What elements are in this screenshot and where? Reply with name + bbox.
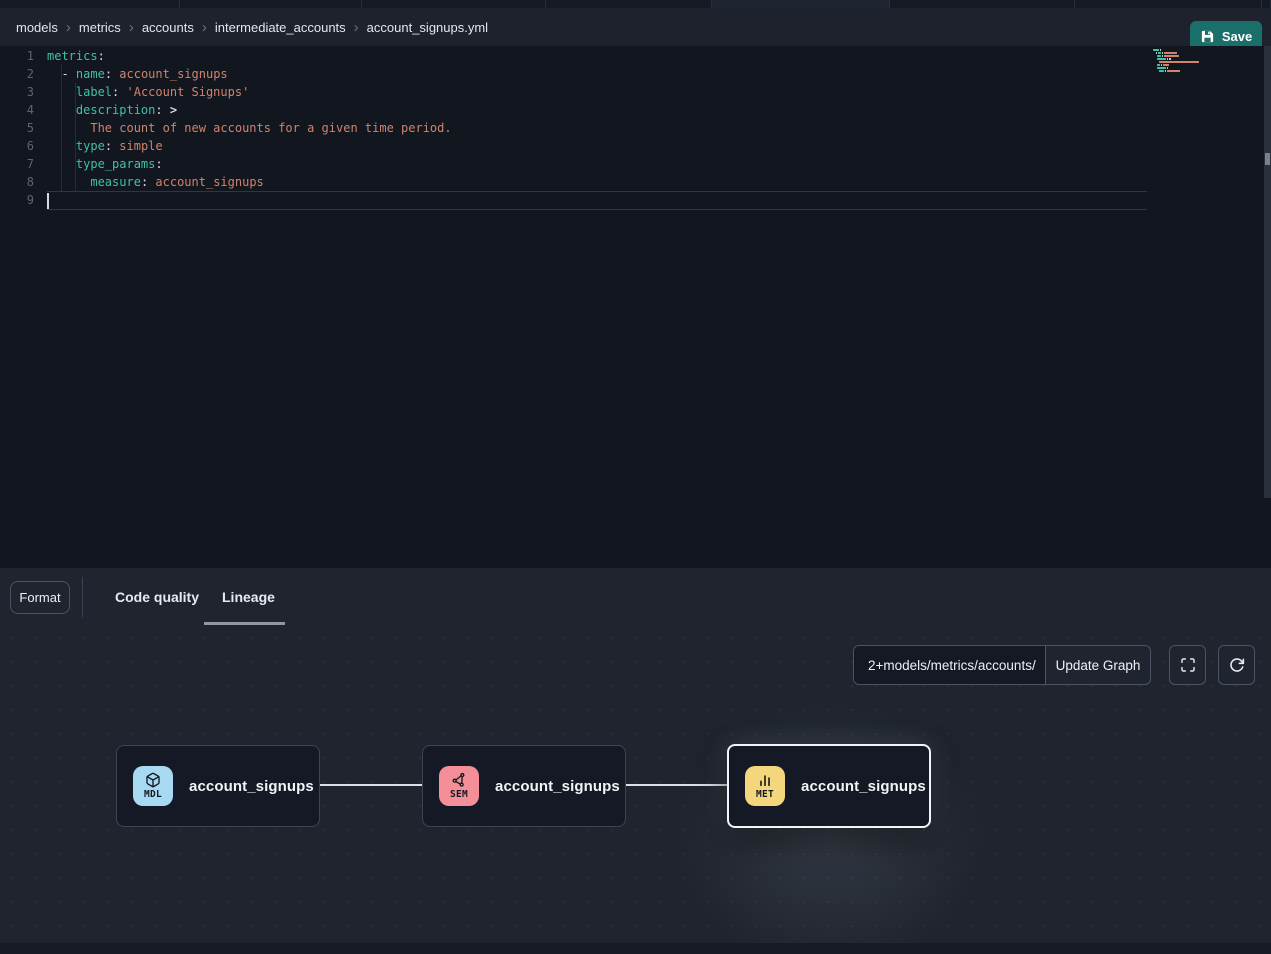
active-tab-underline — [204, 622, 285, 625]
lineage-edge — [320, 784, 422, 786]
bottom-panel-header: Format Code quality Lineage — [0, 568, 1271, 626]
node-label: account_signups — [495, 778, 620, 795]
bottom-panel: Format Code quality Lineage 2+models/met… — [0, 568, 1271, 954]
semantic-badge: SEM — [439, 766, 479, 806]
lineage-toolbar: 2+models/metrics/accounts/ Update Graph — [853, 645, 1255, 685]
top-tab[interactable] — [362, 0, 546, 8]
badge-label: MET — [756, 789, 774, 800]
top-tab-strip — [0, 0, 1271, 8]
semantic-graph-icon — [451, 772, 467, 788]
top-tab[interactable] — [180, 0, 362, 8]
chevron-right-icon: › — [354, 20, 359, 35]
tab-lineage[interactable]: Lineage — [222, 568, 275, 626]
lineage-edge — [625, 784, 727, 786]
scrollbar-thumb[interactable] — [1265, 153, 1270, 165]
selector-group: 2+models/metrics/accounts/ Update Graph — [853, 645, 1151, 685]
node-label: account_signups — [189, 778, 314, 795]
ide-window: models › metrics › accounts › intermedia… — [0, 0, 1271, 954]
top-tab-active[interactable] — [712, 0, 890, 8]
chevron-right-icon: › — [66, 20, 71, 35]
floppy-disk-icon — [1200, 29, 1215, 44]
breadcrumb-item-file[interactable]: account_signups.yml — [367, 20, 488, 35]
badge-label: SEM — [450, 789, 468, 800]
editor-scrollbar[interactable] — [1264, 46, 1271, 498]
bar-chart-icon — [757, 772, 773, 788]
lineage-node-semantic-model[interactable]: SEM account_signups — [422, 745, 626, 827]
top-tab[interactable] — [890, 0, 1075, 8]
minimap[interactable] — [1153, 49, 1213, 76]
lineage-canvas[interactable]: 2+models/metrics/accounts/ Update Graph — [0, 626, 1271, 954]
model-badge: MDL — [133, 766, 173, 806]
top-tab[interactable] — [1075, 0, 1262, 8]
cube-icon — [145, 772, 161, 788]
canvas-footer-strip — [0, 943, 1271, 954]
refresh-icon — [1229, 657, 1245, 673]
lineage-node-metric-selected[interactable]: MET account_signups — [727, 744, 931, 828]
fullscreen-button[interactable] — [1169, 645, 1206, 685]
save-button-label: Save — [1222, 29, 1252, 44]
tab-code-quality[interactable]: Code quality — [115, 568, 199, 626]
top-tab — [1262, 0, 1271, 8]
chevron-right-icon: › — [129, 20, 134, 35]
breadcrumb-item-accounts[interactable]: accounts — [142, 20, 194, 35]
node-label: account_signups — [801, 778, 926, 795]
top-tab[interactable] — [546, 0, 712, 8]
update-graph-button[interactable]: Update Graph — [1046, 646, 1150, 684]
breadcrumb-item-metrics[interactable]: metrics — [79, 20, 121, 35]
metric-badge: MET — [745, 766, 785, 806]
top-tab[interactable] — [0, 0, 180, 8]
code-content[interactable]: metrics: - name: account_signups label: … — [47, 47, 1211, 210]
maximize-icon — [1180, 657, 1196, 673]
chevron-right-icon: › — [202, 20, 207, 35]
refresh-button[interactable] — [1218, 645, 1255, 685]
code-editor[interactable]: 123456789 metrics: - name: account_signu… — [0, 46, 1271, 568]
lineage-node-model[interactable]: MDL account_signups — [116, 745, 320, 827]
badge-label: MDL — [144, 789, 162, 800]
lineage-selector-input[interactable]: 2+models/metrics/accounts/ — [854, 646, 1046, 684]
line-number-gutter: 123456789 — [0, 47, 34, 209]
breadcrumb-item-intermediate-accounts[interactable]: intermediate_accounts — [215, 20, 346, 35]
breadcrumb-item-models[interactable]: models — [16, 20, 58, 35]
divider — [82, 577, 83, 617]
format-button[interactable]: Format — [10, 581, 70, 614]
breadcrumb: models › metrics › accounts › intermedia… — [0, 8, 1271, 46]
